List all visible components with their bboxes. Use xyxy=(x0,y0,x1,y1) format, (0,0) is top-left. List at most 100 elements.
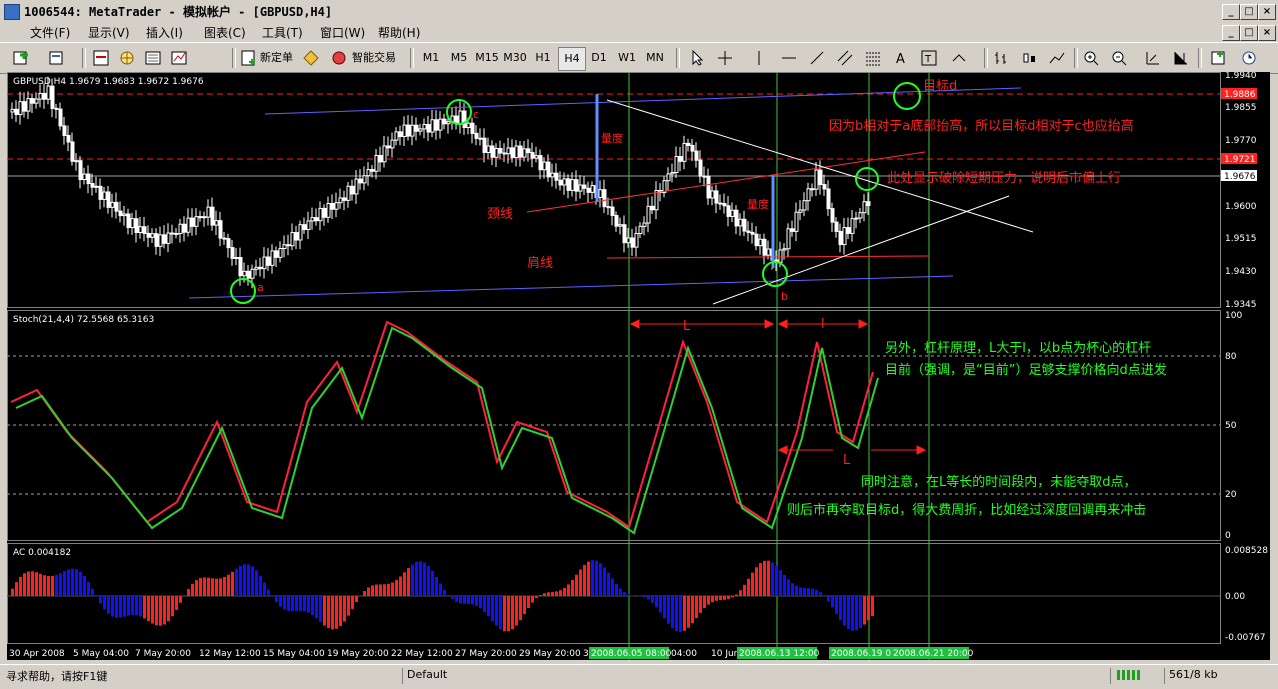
tf-m30[interactable]: M30 xyxy=(502,47,528,69)
menu-help[interactable]: 帮助(H) xyxy=(378,24,420,41)
menu-view[interactable]: 显示(V) xyxy=(88,24,130,41)
ac-bar xyxy=(223,577,226,596)
menu-tools[interactable]: 工具(T) xyxy=(262,24,303,41)
horizontal-line-icon[interactable] xyxy=(780,49,798,67)
bar-chart-icon[interactable] xyxy=(992,49,1010,67)
candle xyxy=(147,233,150,237)
candle xyxy=(63,126,66,136)
candle xyxy=(351,186,354,194)
terminal-icon[interactable] xyxy=(144,49,162,67)
tf-m15[interactable]: M15 xyxy=(474,47,500,69)
new-chart-icon[interactable] xyxy=(12,49,30,67)
menu-chart[interactable]: 图表(C) xyxy=(204,24,246,41)
chart-canvas[interactable]: GBPUSD,H4 1.9679 1.9683 1.9672 1.9676 a … xyxy=(7,72,1270,660)
navigator-icon[interactable] xyxy=(118,49,136,67)
candle xyxy=(23,102,26,111)
cursor-icon[interactable] xyxy=(688,49,706,67)
child-minimize-button[interactable]: _ xyxy=(1222,25,1240,41)
ac-bar xyxy=(827,596,830,601)
menu-insert[interactable]: 插入(I) xyxy=(146,24,183,41)
candle xyxy=(699,160,702,176)
candle xyxy=(179,224,182,233)
maximize-button[interactable]: □ xyxy=(1240,4,1258,20)
ac-bar xyxy=(335,596,338,629)
trendline-icon[interactable] xyxy=(808,49,826,67)
ac-bar xyxy=(615,584,618,596)
close-button[interactable]: × xyxy=(1258,4,1276,20)
new-order-icon[interactable] xyxy=(240,49,258,67)
tf-d1[interactable]: D1 xyxy=(586,47,612,69)
arrows-icon[interactable] xyxy=(950,49,968,67)
candlestick-icon[interactable] xyxy=(1020,49,1038,67)
expert-icon[interactable] xyxy=(330,49,348,67)
candle xyxy=(415,125,418,131)
ac-bar xyxy=(799,587,802,596)
candle xyxy=(423,125,426,129)
label-L: L xyxy=(683,319,691,334)
tf-w1[interactable]: W1 xyxy=(614,47,640,69)
ac-bar xyxy=(795,586,798,596)
menu-file[interactable]: 文件(F) xyxy=(30,24,70,41)
ac-bar xyxy=(567,584,570,596)
tf-h1[interactable]: H1 xyxy=(530,47,556,69)
candle xyxy=(339,198,342,203)
candle xyxy=(499,148,502,152)
candle xyxy=(687,143,690,145)
fibonacci-icon[interactable] xyxy=(864,49,882,67)
line-chart-icon[interactable] xyxy=(1048,49,1066,67)
candle xyxy=(747,231,750,232)
market-watch-icon[interactable] xyxy=(92,49,110,67)
candle xyxy=(87,174,90,183)
ac-bar xyxy=(683,596,686,631)
crosshair-icon[interactable] xyxy=(716,49,734,67)
candle xyxy=(235,258,238,259)
candle xyxy=(395,132,398,140)
ac-bar xyxy=(375,585,378,596)
zoom-out-icon[interactable] xyxy=(1110,49,1128,67)
menu-window[interactable]: 窗口(W) xyxy=(320,24,365,41)
time-highlight-4: 2008.06.21 20:00 xyxy=(893,649,974,659)
zoom-in-icon[interactable] xyxy=(1082,49,1100,67)
candle xyxy=(211,207,214,225)
periods-icon[interactable] xyxy=(1240,49,1258,67)
stoch-level: 100 xyxy=(1225,311,1242,321)
ac-bar xyxy=(643,596,646,597)
candle xyxy=(647,206,650,223)
text-label-icon[interactable]: T xyxy=(920,49,938,67)
expert-button[interactable]: 智能交易 xyxy=(352,47,396,69)
ac-bar xyxy=(651,596,654,603)
channel-icon[interactable] xyxy=(836,49,854,67)
candle xyxy=(143,227,146,234)
ac-bar xyxy=(155,596,158,625)
ac-bar xyxy=(859,596,862,628)
tf-m1[interactable]: M1 xyxy=(418,47,444,69)
ac-bar xyxy=(231,572,234,596)
point-a-circle xyxy=(231,279,255,303)
ac-bar xyxy=(819,592,822,596)
text-icon[interactable]: A xyxy=(892,49,910,67)
tf-m5[interactable]: M5 xyxy=(446,47,472,69)
autoscroll-icon[interactable] xyxy=(1144,49,1162,67)
child-close-button[interactable]: × xyxy=(1258,25,1276,41)
minimize-button[interactable]: _ xyxy=(1222,4,1240,20)
profiles-icon[interactable] xyxy=(48,49,66,67)
new-order-button[interactable]: 新定单 xyxy=(260,47,293,69)
chart-shift-icon[interactable] xyxy=(1172,49,1190,67)
candle xyxy=(443,119,446,124)
indicators-icon[interactable] xyxy=(1210,49,1228,67)
candle xyxy=(623,225,626,243)
ac-bar xyxy=(611,579,614,596)
ac-bar xyxy=(175,596,178,610)
ac-bar xyxy=(535,596,538,598)
ac-bar xyxy=(211,578,214,596)
tf-h4[interactable]: H4 xyxy=(558,47,586,71)
ac-bar xyxy=(619,589,622,596)
vertical-line-icon[interactable] xyxy=(750,49,768,67)
candle xyxy=(171,233,174,234)
tf-mn[interactable]: MN xyxy=(642,47,668,69)
metaeditor-icon[interactable] xyxy=(302,49,320,67)
candle xyxy=(319,208,322,220)
child-restore-button[interactable]: □ xyxy=(1240,25,1258,41)
tester-icon[interactable] xyxy=(170,49,188,67)
chart-window[interactable]: GBPUSD,H4 1.9679 1.9683 1.9672 1.9676 a … xyxy=(7,72,1270,660)
